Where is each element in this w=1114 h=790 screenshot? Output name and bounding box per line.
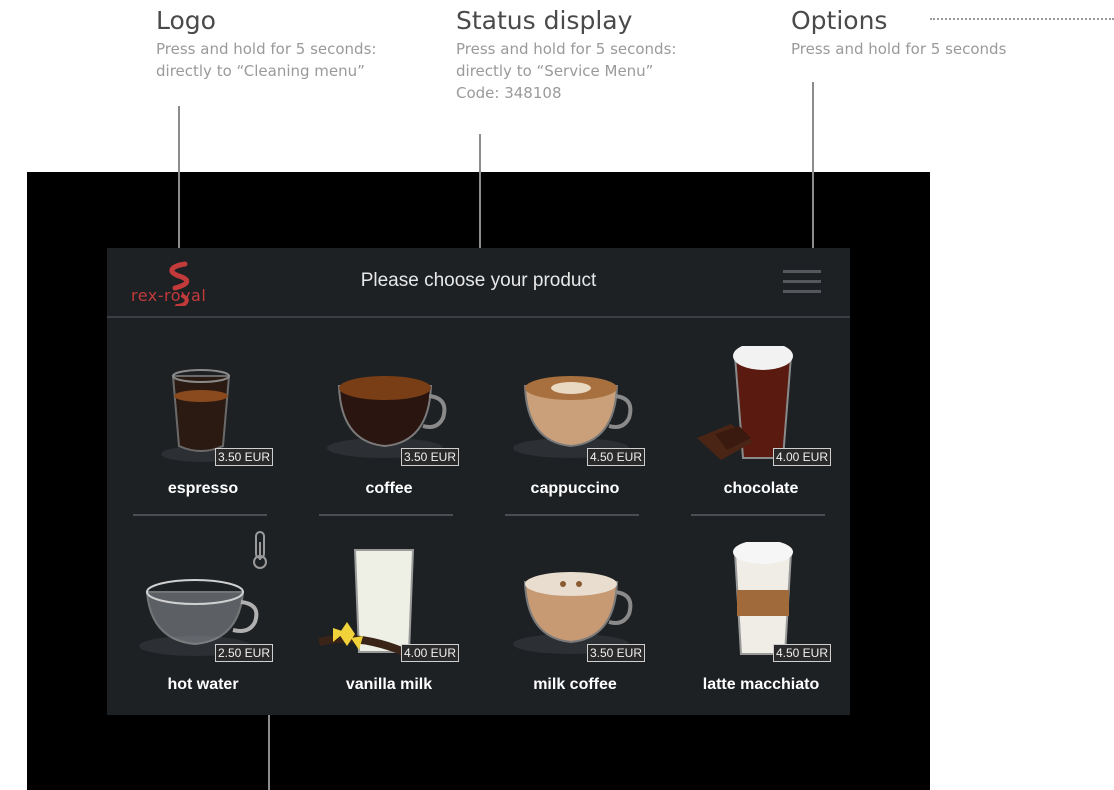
price-tag: 4.50 EUR [586,448,645,466]
product-tile-chocolate[interactable]: 4.00 EUR chocolate [691,338,831,518]
menu-bar [783,290,821,293]
annotation-desc: Press and hold for 5 seconds: directly t… [456,40,677,102]
annotation-title: Status display [456,6,633,35]
status-leader-line [479,134,481,248]
status-display[interactable]: rex-royal Please choose your product [107,248,850,318]
annotation-title: Logo [156,6,216,35]
product-label: chocolate [723,480,799,497]
row-divider [505,514,639,516]
product-tile-latte-macchiato[interactable]: 4.50 EUR latte macchiato [691,534,831,714]
row-divider [319,514,453,516]
menu-bar [783,270,821,273]
row-divider [133,514,267,516]
price-tag: 3.50 EUR [214,448,273,466]
product-label: latte macchiato [702,676,820,693]
annotation-desc: Press and hold for 5 seconds [791,40,1007,58]
price-tag: 3.50 EUR [586,644,645,662]
product-label: hot water [167,676,239,693]
options-menu-button[interactable] [783,270,821,296]
product-tile-vanilla-milk[interactable]: 4.00 EUR vanilla milk [319,534,459,714]
product-tile-cappuccino[interactable]: 4.50 EUR cappuccino [505,338,645,518]
product-label: vanilla milk [345,676,433,693]
touch-screen: rex-royal Please choose your product 3.5… [107,248,850,715]
product-tile-espresso[interactable]: 3.50 EUR espresso [133,338,273,518]
product-label: espresso [167,480,239,497]
status-annotation: Status display Press and hold for 5 seco… [456,6,676,104]
product-label: cappuccino [530,480,620,497]
product-tile-milk-coffee[interactable]: 3.50 EUR milk coffee [505,534,645,714]
product-tile-coffee[interactable]: 3.50 EUR coffee [319,338,459,518]
options-leader-line [812,82,814,248]
logo-annotation: Logo Press and hold for 5 seconds: direc… [156,6,376,82]
annotation-title: Options [791,6,888,35]
header-title: Please choose your product [360,270,597,291]
price-tag: 2.50 EUR [214,644,273,662]
price-tag: 4.50 EUR [772,644,831,662]
price-tag: 3.50 EUR [400,448,459,466]
product-label: milk coffee [533,676,617,693]
row-divider [691,514,825,516]
product-label: coffee [365,480,413,497]
price-tag: 4.00 EUR [772,448,831,466]
thermometer-icon [253,531,267,569]
logo-leader-line [178,106,180,248]
dotted-leader [930,18,1114,20]
price-tag: 4.00 EUR [400,644,459,662]
options-annotation: Options Press and hold for 5 seconds [791,6,1006,60]
annotation-desc: Press and hold for 5 seconds: directly t… [156,40,377,80]
menu-bar [783,280,821,283]
